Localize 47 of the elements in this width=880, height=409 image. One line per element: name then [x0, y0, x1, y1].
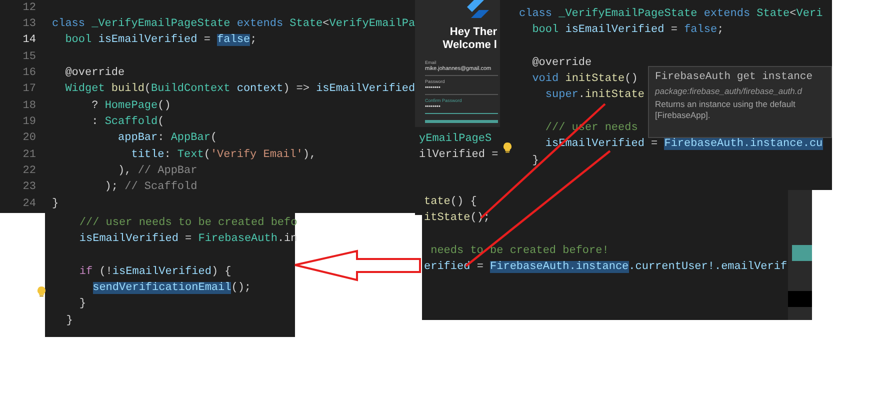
code-line: sendVerificationEmail();	[92, 282, 252, 294]
code-line: bool isEmailVerified = false;	[64, 34, 257, 46]
code-line: }	[531, 154, 539, 167]
code-line: @override	[531, 56, 592, 69]
code-line: class _VerifyEmailPageState extends State<Veri	[519, 8, 823, 20]
code-line: void initState()	[531, 73, 638, 86]
code-line: Widget build(BuildContext context) => isEmailVerified	[64, 83, 416, 96]
code-line: tate() {	[424, 196, 477, 208]
line-number: 12	[22, 2, 36, 14]
line-number: 18	[22, 100, 36, 112]
code-line: @override	[64, 67, 125, 80]
line-number: 13	[22, 19, 36, 30]
line-number: 19	[22, 117, 36, 128]
code-line: ilVerified =	[419, 148, 500, 163]
code-line: bool isEmailVerified = false;	[531, 24, 724, 36]
code-line: : Scaffold(	[90, 116, 164, 128]
logo-icon	[466, 0, 492, 18]
lightbulb-icon[interactable]	[503, 142, 512, 154]
line-number: 15	[22, 52, 36, 63]
tooltip-description: Returns an instance using the default [FirebaseApp].	[655, 99, 796, 121]
line-number: 24	[22, 198, 36, 210]
code-line: }	[52, 198, 59, 210]
line-number: 14	[22, 35, 36, 46]
code-line: }	[78, 298, 86, 310]
welcome-heading: Welcome l	[442, 39, 497, 52]
code-line: ? HomePage()	[90, 100, 171, 112]
code-line: }	[65, 314, 73, 327]
code-line: erified = FirebaseAuth.instance.currentUser!.emailVerif	[424, 261, 788, 274]
code-line: if (!isEmailVerified) {	[78, 266, 232, 278]
line-number: 22	[22, 166, 36, 178]
lightbulb-icon[interactable]	[37, 286, 46, 298]
code-line: class _VerifyEmailPageState extends State<VerifyEmailPa	[52, 18, 416, 30]
code-line: super.initState	[544, 89, 644, 102]
code-line: itState();	[424, 212, 490, 224]
code-line: ), // AppBar	[117, 165, 198, 178]
welcome-heading: Hey Ther	[450, 26, 497, 39]
line-number: 20	[22, 133, 36, 144]
code-line: appBar: AppBar(	[117, 132, 218, 144]
line-number: 16	[22, 68, 36, 80]
line-number: 23	[22, 182, 36, 194]
tooltip-package-path: package:firebase_auth/firebase_auth.d	[655, 86, 804, 95]
code-line: ); // Scaffold	[104, 181, 198, 194]
code-line: title: Text('Verify Email'),	[130, 148, 316, 161]
code-line: yEmailPageS	[419, 132, 493, 147]
line-number: 17	[22, 84, 36, 96]
tooltip-title: FirebaseAuth get instance	[655, 72, 814, 82]
line-number: 21	[22, 150, 36, 161]
